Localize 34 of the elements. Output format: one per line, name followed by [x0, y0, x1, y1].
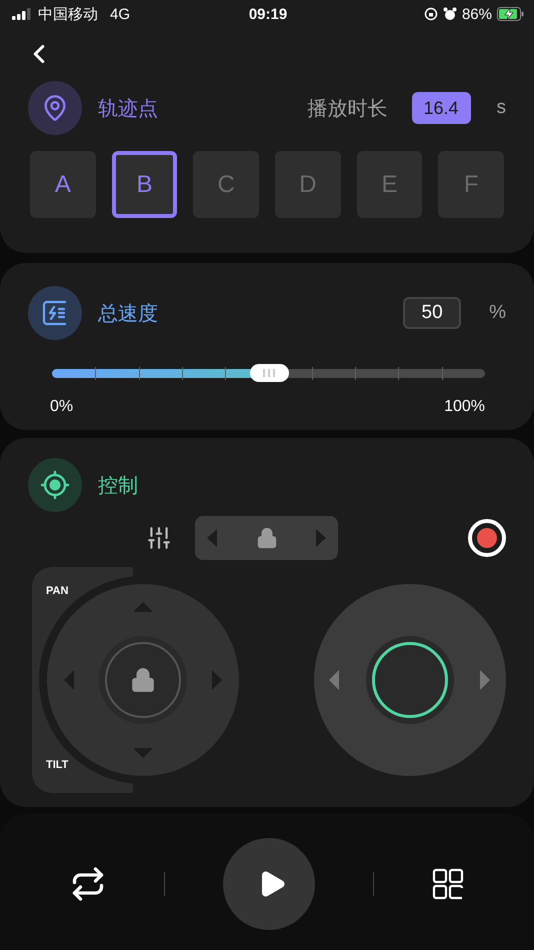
rotation-lock-icon	[424, 7, 438, 21]
clock-time: 09:19	[248, 6, 288, 22]
point-button[interactable]: C	[193, 151, 260, 218]
carrier-name: 中国移动	[38, 4, 98, 24]
signal-icon	[12, 8, 32, 20]
duration-label: 播放时长	[308, 96, 388, 122]
speed-slider[interactable]	[52, 363, 485, 383]
point-button[interactable]: B	[112, 151, 178, 218]
point-button[interactable]: E	[356, 151, 422, 218]
duration-field[interactable]: 16.4	[412, 92, 470, 124]
arrow-left-icon[interactable]	[329, 670, 339, 690]
section-title: 控制	[98, 474, 139, 498]
point-button[interactable]: F	[438, 151, 504, 218]
point-button[interactable]: D	[275, 151, 341, 218]
point-button[interactable]: A	[30, 151, 96, 218]
slider-thumb[interactable]	[250, 364, 288, 382]
pan-label: PAN	[46, 585, 68, 597]
speed-unit: %	[489, 302, 506, 324]
map-pin-icon	[28, 81, 82, 135]
section-title: 轨迹点	[98, 96, 159, 122]
speed-field[interactable]: 50	[403, 297, 462, 329]
max-label: 100%	[444, 397, 485, 417]
record-button[interactable]	[468, 519, 506, 557]
arrow-right-icon[interactable]	[480, 670, 490, 690]
duration-unit: s	[496, 97, 506, 119]
network-type: 4G	[110, 6, 130, 22]
lock-icon	[256, 527, 278, 549]
section-title: 总速度	[98, 302, 159, 326]
speed-icon	[28, 286, 82, 340]
sliders-icon[interactable]	[146, 525, 172, 551]
lock-icon	[130, 667, 156, 693]
min-label: 0%	[50, 397, 74, 417]
tilt-label: TILT	[46, 759, 68, 771]
battery-percent: 86%	[462, 6, 492, 22]
